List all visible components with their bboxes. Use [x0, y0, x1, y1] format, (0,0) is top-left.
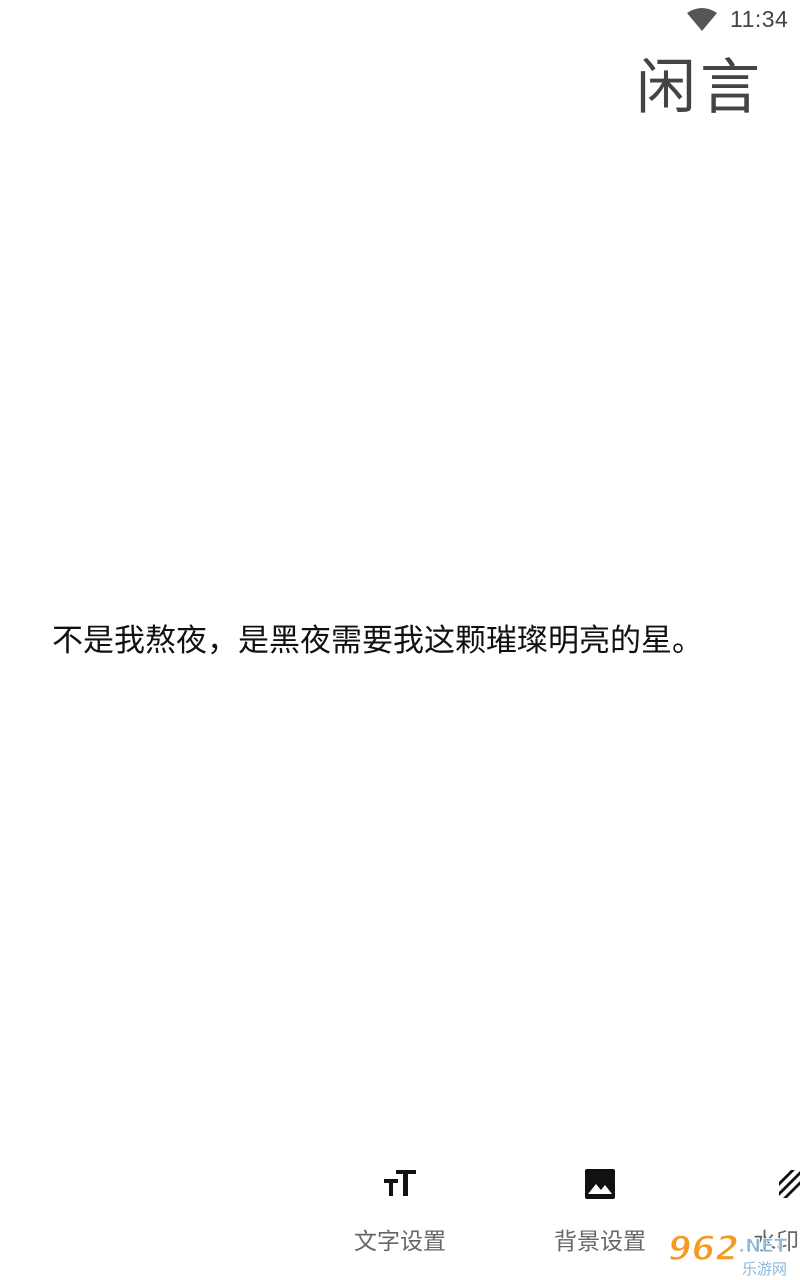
screen: 11:34 闲言 不是我熬夜，是黑夜需要我这颗璀璨明亮的星。 文字设置 背景设置: [0, 0, 800, 1280]
site-logo-caption: 乐游网: [742, 1260, 787, 1278]
text-settings-button[interactable]: 文字设置: [325, 1150, 475, 1260]
status-time: 11:34: [730, 6, 789, 32]
watermark-icon: [779, 1170, 800, 1198]
text-settings-label: 文字设置: [354, 1229, 446, 1255]
image-icon: [585, 1169, 615, 1199]
quote-text[interactable]: 不是我熬夜，是黑夜需要我这颗璀璨明亮的星。: [52, 618, 792, 664]
app-title: 闲言: [636, 53, 764, 123]
wifi-icon: [687, 8, 717, 31]
site-logo-suffix: .NET: [738, 1235, 787, 1257]
site-logo-number: 962: [668, 1229, 739, 1269]
status-bar: 11:34: [0, 0, 800, 42]
site-logo: 962 .NET 乐游网: [667, 1228, 787, 1278]
text-size-icon: [384, 1170, 416, 1196]
